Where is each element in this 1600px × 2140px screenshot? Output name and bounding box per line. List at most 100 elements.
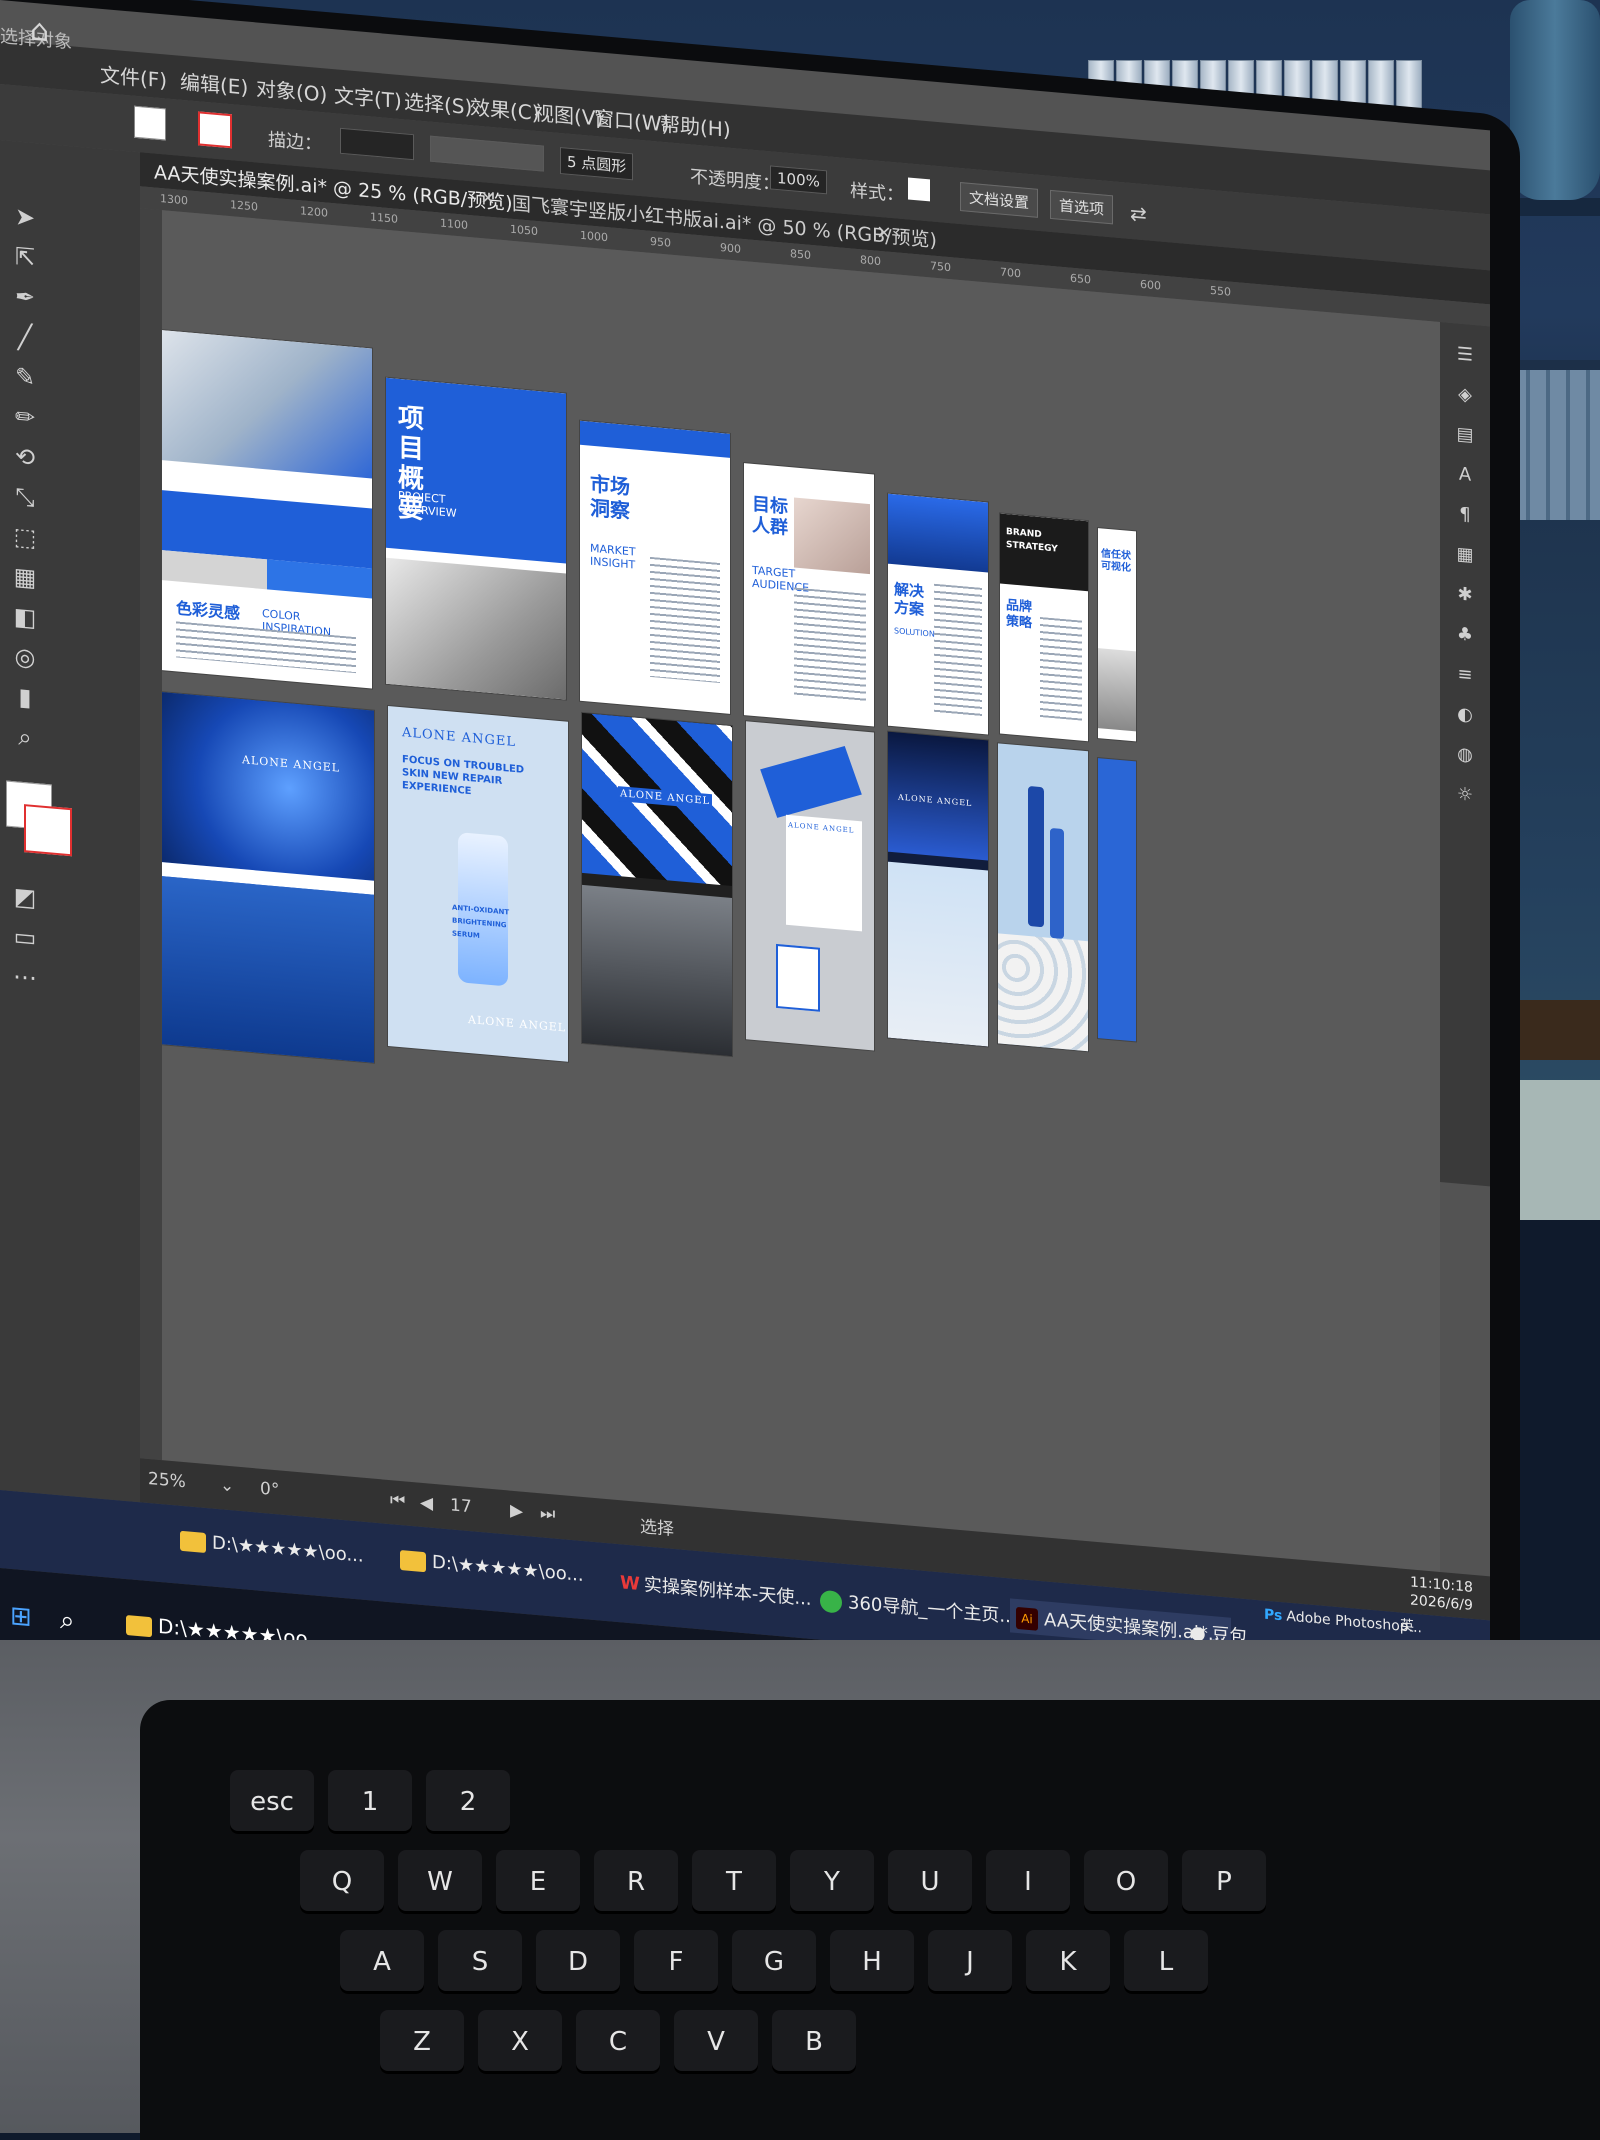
- line-tool-icon[interactable]: ╱: [10, 321, 40, 354]
- blend-tool-icon[interactable]: ◎: [10, 641, 40, 674]
- taskbar-folder-2[interactable]: D:\★★★★★\oo...: [180, 1530, 364, 1567]
- free-transform-tool-icon[interactable]: ⬚: [10, 521, 40, 554]
- key-t[interactable]: T: [692, 1850, 776, 1914]
- gradient-panel-icon[interactable]: ◐: [1452, 703, 1478, 731]
- shaper-tool-icon[interactable]: ✏: [10, 401, 40, 434]
- rotate-tool-icon[interactable]: ⟲: [10, 441, 40, 474]
- key-i[interactable]: I: [986, 1850, 1070, 1914]
- artboard-market-insight[interactable]: 市场洞察 MARKET INSIGHT: [580, 420, 730, 714]
- brushes-icon[interactable]: ✱: [1452, 583, 1478, 611]
- transparency-icon[interactable]: ◍: [1452, 743, 1478, 771]
- key-r[interactable]: R: [594, 1850, 678, 1914]
- arrange-icon[interactable]: ⇄: [1130, 201, 1147, 226]
- key-o[interactable]: O: [1084, 1850, 1168, 1914]
- menu-effect[interactable]: 效果(C): [470, 91, 540, 126]
- properties-icon[interactable]: ☰: [1452, 343, 1478, 371]
- stroke-color-swatch[interactable]: [198, 111, 232, 149]
- key-d[interactable]: D: [536, 1930, 620, 1994]
- artboard-signage[interactable]: ALONE ANGEL: [888, 731, 988, 1047]
- artboard-blue-visual[interactable]: [1098, 758, 1136, 1042]
- graph-tool-icon[interactable]: ▮: [10, 681, 40, 714]
- graphic-style-swatch[interactable]: [908, 177, 930, 202]
- search-icon[interactable]: ⌕: [60, 1605, 75, 1637]
- libraries-icon[interactable]: ▤: [1452, 423, 1478, 451]
- rotation-field[interactable]: 0°: [260, 1479, 279, 1501]
- key-g[interactable]: G: [732, 1930, 816, 1994]
- key-l[interactable]: L: [1124, 1930, 1208, 1994]
- mesh-tool-icon[interactable]: ▦: [10, 561, 40, 594]
- menu-select[interactable]: 选择(S): [404, 85, 472, 120]
- key-u[interactable]: U: [888, 1850, 972, 1914]
- character-icon[interactable]: A: [1452, 463, 1478, 491]
- key-j[interactable]: J: [928, 1930, 1012, 1994]
- artboard-number-field[interactable]: 17: [450, 1495, 472, 1517]
- key-1[interactable]: 1: [328, 1770, 412, 1834]
- tab-close-icon[interactable]: ×: [480, 186, 496, 209]
- menu-type[interactable]: 文字(T): [334, 79, 402, 114]
- menu-view[interactable]: 视图(V): [534, 97, 603, 132]
- document-setup-button[interactable]: 文档设置: [960, 181, 1039, 218]
- key-c[interactable]: C: [576, 2010, 660, 2074]
- key-esc[interactable]: esc: [230, 1770, 314, 1834]
- key-f[interactable]: F: [634, 1930, 718, 1994]
- key-z[interactable]: Z: [380, 2010, 464, 2074]
- next-artboard-icon[interactable]: ▶: [510, 1501, 523, 1522]
- screen-mode-icon[interactable]: ▭: [10, 921, 40, 954]
- preferences-button[interactable]: 首选项: [1050, 189, 1114, 225]
- direct-selection-tool-icon[interactable]: ⇱: [10, 241, 40, 274]
- menu-file[interactable]: 文件(F): [100, 59, 167, 94]
- key-b[interactable]: B: [772, 2010, 856, 2074]
- first-artboard-icon[interactable]: ⏮: [390, 1490, 405, 1511]
- artboard-canvas[interactable]: 色彩灵感 COLOR INSPIRATION 项目概要 PROJECT OVER…: [162, 210, 1440, 1572]
- key-h[interactable]: H: [830, 1930, 914, 1994]
- taskbar-folder-3[interactable]: D:\★★★★★\oo...: [400, 1549, 584, 1586]
- key-q[interactable]: Q: [300, 1850, 384, 1914]
- key-k[interactable]: K: [1026, 1930, 1110, 1994]
- home-icon[interactable]: ⌂: [30, 13, 49, 50]
- brush-definition-dropdown[interactable]: 5 点圆形: [560, 146, 634, 181]
- key-2[interactable]: 2: [426, 1770, 510, 1834]
- artboard-brand-strategy[interactable]: BRAND STRATEGY 品牌策略: [1000, 513, 1088, 742]
- taskbar-browser[interactable]: 360导航_一个主页...: [820, 1586, 1017, 1629]
- zoom-tool-icon[interactable]: ⌕: [10, 721, 40, 754]
- key-y[interactable]: Y: [790, 1850, 874, 1914]
- artboard-color-inspiration[interactable]: 色彩灵感 COLOR INSPIRATION: [162, 330, 372, 689]
- artboard-project-overview[interactable]: 项目概要 PROJECT OVERVIEW: [386, 377, 566, 700]
- menu-window[interactable]: 窗口(W): [594, 102, 669, 138]
- scale-tool-icon[interactable]: ⤡: [10, 481, 40, 514]
- layers-icon[interactable]: ◈: [1452, 383, 1478, 411]
- opacity-field[interactable]: 100%: [770, 165, 827, 195]
- ime-indicator[interactable]: 英: [1400, 1614, 1414, 1635]
- key-p[interactable]: P: [1182, 1850, 1266, 1914]
- taskbar-wps[interactable]: W 实操案例样本-天使...: [620, 1568, 812, 1611]
- key-e[interactable]: E: [496, 1850, 580, 1914]
- artboard-cream-visual[interactable]: ALONE ANGEL: [162, 692, 374, 1063]
- draw-mode-icon[interactable]: ◩: [10, 881, 40, 914]
- menu-edit[interactable]: 编辑(E): [180, 66, 248, 101]
- more-tools-icon[interactable]: ⋯: [10, 961, 40, 994]
- artboard-target-audience[interactable]: 目标人群 TARGET AUDIENCE: [744, 463, 874, 727]
- menu-help[interactable]: 帮助(H): [660, 108, 731, 143]
- artboard-trust-visual[interactable]: 信任状可视化: [1098, 528, 1136, 742]
- tab-close-icon[interactable]: ×: [876, 221, 892, 244]
- key-s[interactable]: S: [438, 1930, 522, 1994]
- artboard-solution[interactable]: 解决方案 SOLUTION: [888, 493, 988, 735]
- stroke-indicator[interactable]: [24, 804, 72, 857]
- paragraph-icon[interactable]: ¶: [1452, 503, 1478, 531]
- artboard-packaging-grid[interactable]: ALONE ANGEL: [582, 712, 732, 1057]
- swatches-icon[interactable]: ▦: [1452, 543, 1478, 571]
- stroke-weight-field[interactable]: [340, 127, 414, 161]
- key-w[interactable]: W: [398, 1850, 482, 1914]
- gradient-tool-icon[interactable]: ◧: [10, 601, 40, 634]
- selection-tool-icon[interactable]: ➤: [10, 201, 40, 234]
- brush-tool-icon[interactable]: ✎: [10, 361, 40, 394]
- variable-width-field[interactable]: [430, 135, 544, 172]
- prev-artboard-icon[interactable]: ◀: [420, 1493, 433, 1514]
- zoom-field[interactable]: 25%: [148, 1469, 186, 1492]
- chevron-down-icon[interactable]: ⌄: [220, 1475, 234, 1496]
- artboard-serum-poster[interactable]: ALONE ANGEL FOCUS ON TROUBLED SKIN NEW R…: [388, 705, 568, 1062]
- artboard-product-pebbles[interactable]: [998, 743, 1088, 1052]
- key-x[interactable]: X: [478, 2010, 562, 2074]
- artboard-stationery[interactable]: ALONE ANGEL: [746, 721, 874, 1051]
- last-artboard-icon[interactable]: ⏭: [540, 1503, 555, 1524]
